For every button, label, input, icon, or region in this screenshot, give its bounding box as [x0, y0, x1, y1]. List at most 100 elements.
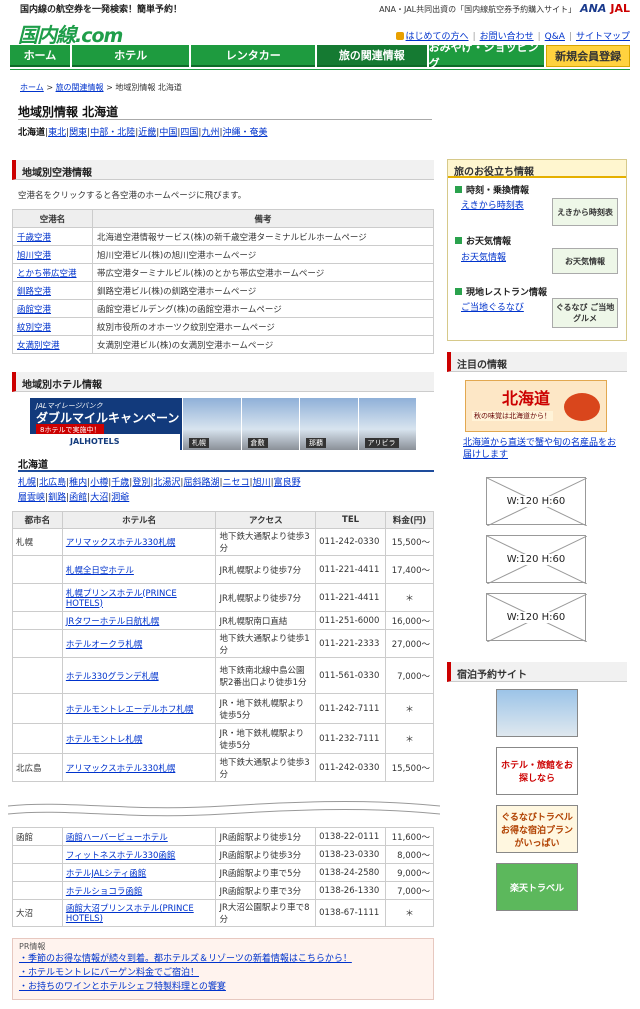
hotel-link[interactable]: 函館大沼プリンスホテル(PRINCE HOTELS)	[66, 904, 194, 924]
area-link[interactable]: 千歳	[111, 478, 129, 488]
access-cell: JR・地下鉄札幌駅より徒歩5分	[215, 693, 317, 724]
area-link[interactable]: 釧路	[48, 493, 66, 503]
weather-title: お天気情報	[466, 237, 512, 247]
lodging-site-1[interactable]	[496, 689, 578, 737]
hotel-link[interactable]: ホテルモントレ札幌	[66, 735, 143, 745]
banner-photo: アリビラ	[357, 398, 416, 450]
airport-name-cell: 釧路空港	[12, 281, 93, 300]
tel-cell: 0138-23-0330	[315, 845, 386, 864]
weather-banner[interactable]: お天気情報	[552, 248, 618, 274]
area-divider	[18, 470, 434, 472]
hotel-cell: アリマックスホテル330札幌	[61, 753, 217, 782]
table-row: ホテルモントレエーデルホフ札幌 JR・地下鉄札幌駅より徒歩5分 011-242-71…	[12, 693, 435, 724]
airport-link[interactable]: 千歳空港	[17, 233, 51, 243]
lodging-site-2[interactable]: ホテル・旅館をお探しなら	[496, 747, 578, 795]
airport-link[interactable]: 紋別空港	[17, 323, 51, 333]
area-link[interactable]: 層雲峡	[18, 493, 45, 503]
hotel-link[interactable]: アリマックスホテル330札幌	[66, 538, 175, 548]
main-nav: ホーム ホテル レンタカー 旅の関連情報 おみやげ・ショッピング 新規会員登録	[10, 41, 630, 70]
hotel-cell: ホテルモントレエーデルホフ札幌	[61, 693, 217, 724]
nav-rentacar[interactable]: レンタカー	[191, 45, 315, 67]
nav-shopping[interactable]: おみやげ・ショッピング	[428, 41, 545, 70]
useful-heading: 旅のお役立ち情報	[448, 160, 626, 178]
nav-home[interactable]: ホーム	[10, 45, 70, 67]
region-link[interactable]: 沖縄・奄美	[223, 128, 268, 138]
hotel-link[interactable]: 札幌プリンスホテル(PRINCE HOTELS)	[66, 589, 177, 609]
hotel-link[interactable]: JRタワーホテル日航札幌	[66, 617, 159, 627]
access-cell: 地下鉄大通駅より徒歩3分	[215, 528, 317, 556]
city-cell: 北広島	[12, 753, 63, 782]
airport-link[interactable]: 旭川空港	[17, 251, 51, 261]
area-link[interactable]: 旭川	[253, 478, 271, 488]
ekikara-banner[interactable]: えきから時刻表	[552, 198, 618, 226]
pr-link[interactable]: ・季節のお得な情報が続々到着。都ホテルズ＆リゾーツの新着情報はこちらから！	[19, 954, 352, 964]
ekikara-link[interactable]: えきから時刻表	[461, 198, 524, 211]
access-cell: 地下鉄南北線中島公園駅2番出口より徒歩1分	[215, 657, 317, 694]
pr-link[interactable]: ・お持ちのワインとホテルシェフ特製料理との饗宴	[19, 982, 226, 992]
city-cell	[12, 693, 63, 724]
hotel-link[interactable]: ホテルJALシティ函館	[66, 869, 146, 879]
area-link[interactable]: 洞爺	[111, 493, 129, 503]
airport-link[interactable]: とかち帯広空港	[17, 269, 77, 279]
crumb-related[interactable]: 旅の関連情報	[56, 83, 104, 92]
airport-link[interactable]: 函館空港	[17, 305, 51, 315]
area-link[interactable]: 富良野	[274, 478, 301, 488]
weather-link[interactable]: お天気情報	[461, 250, 506, 263]
tel-cell: 0138-67-1111	[315, 899, 386, 927]
hotel-link[interactable]: フィットネスホテル330函館	[66, 851, 176, 861]
hokkaido-banner[interactable]: 北海道 秋の味覚は北海道から！	[465, 380, 607, 432]
gurunavi-link[interactable]: ご当地ぐるなび	[461, 300, 524, 313]
jal-hotels-banner[interactable]: JALマイレージバンク ダブルマイルキャンペーン 8ホテルで実施中！ JALHO…	[30, 398, 416, 450]
region-current: 北海道	[18, 128, 46, 138]
link-sitemap[interactable]: サイトマップ	[576, 32, 630, 42]
crumb-home[interactable]: ホーム	[20, 83, 44, 92]
region-link[interactable]: 九州	[201, 128, 219, 138]
region-link[interactable]: 近畿	[138, 128, 156, 138]
gurunavi-banner[interactable]: ぐるなび ご当地グルメ	[552, 298, 618, 328]
area-link[interactable]: 大沼	[90, 493, 108, 503]
site-logo[interactable]: 国内線.com	[18, 19, 123, 48]
ph-label: W:120 H:60	[506, 553, 566, 565]
ad-placeholder[interactable]: W:120 H:60	[486, 593, 587, 642]
nav-divider	[10, 69, 630, 70]
ad-placeholder[interactable]: W:120 H:60	[486, 535, 587, 584]
access-cell: JR札幌駅南口直結	[215, 611, 317, 630]
area-link[interactable]: 登別	[132, 478, 150, 488]
area-link[interactable]: 北広島	[39, 478, 66, 488]
airport-link[interactable]: 女満別空港	[17, 341, 60, 351]
lodging-site-3[interactable]: ぐるなびトラベル お得な宿泊プランがいっぱい	[496, 805, 578, 853]
region-link[interactable]: 中部・北陸	[90, 128, 135, 138]
hotel-link[interactable]: ホテルオークラ札幌	[66, 640, 143, 650]
hotel-link[interactable]: ホテルモントレエーデルホフ札幌	[66, 705, 194, 715]
price-cell: ＊	[384, 693, 435, 724]
link-qa[interactable]: Q&A	[545, 32, 565, 42]
pr-link[interactable]: ・ホテルモントレにバーゲン料金でご宿泊！	[19, 968, 199, 978]
area-link[interactable]: 稚内	[69, 478, 87, 488]
airport-link[interactable]: 釧路空港	[17, 287, 51, 297]
hotel-link[interactable]: 函館ハーバービューホテル	[66, 833, 168, 843]
hokkaido-link[interactable]: 北海道から直送で蟹や旬の名産品をお届けします	[463, 437, 623, 461]
hotel-link[interactable]: ホテルショコラ函館	[66, 887, 143, 897]
area-link[interactable]: 北湯沢	[153, 478, 180, 488]
ad-placeholder[interactable]: W:120 H:60	[486, 477, 587, 526]
region-link[interactable]: 中国	[159, 128, 177, 138]
city-cell	[12, 611, 63, 630]
region-link[interactable]: 東北	[48, 128, 66, 138]
nav-travel-info[interactable]: 旅の関連情報	[317, 45, 427, 67]
register-button[interactable]: 新規会員登録	[546, 45, 630, 67]
hotel-link[interactable]: 札幌全日空ホテル	[66, 566, 134, 576]
rest-title: 現地レストラン情報	[466, 288, 548, 298]
area-link[interactable]: 函館	[69, 493, 87, 503]
region-link[interactable]: 関東	[69, 128, 87, 138]
hotel-link[interactable]: アリマックスホテル330札幌	[66, 764, 175, 774]
nav-hotel[interactable]: ホテル	[71, 45, 190, 67]
hotel-link[interactable]: ホテル330グランデ札幌	[66, 672, 159, 682]
area-link[interactable]: 札幌	[18, 478, 36, 488]
area-link[interactable]: 小樽	[90, 478, 108, 488]
hotel-cell: ホテルモントレ札幌	[61, 723, 217, 754]
region-link[interactable]: 四国	[180, 128, 198, 138]
area-link[interactable]: ニセコ	[223, 478, 250, 488]
table-row: JRタワーホテル日航札幌 JR札幌駅南口直結 011-251-6000 16,000〜	[12, 611, 435, 630]
area-link[interactable]: 屈斜路湖	[183, 478, 219, 488]
lodging-site-4[interactable]: 楽天トラベル	[496, 863, 578, 911]
